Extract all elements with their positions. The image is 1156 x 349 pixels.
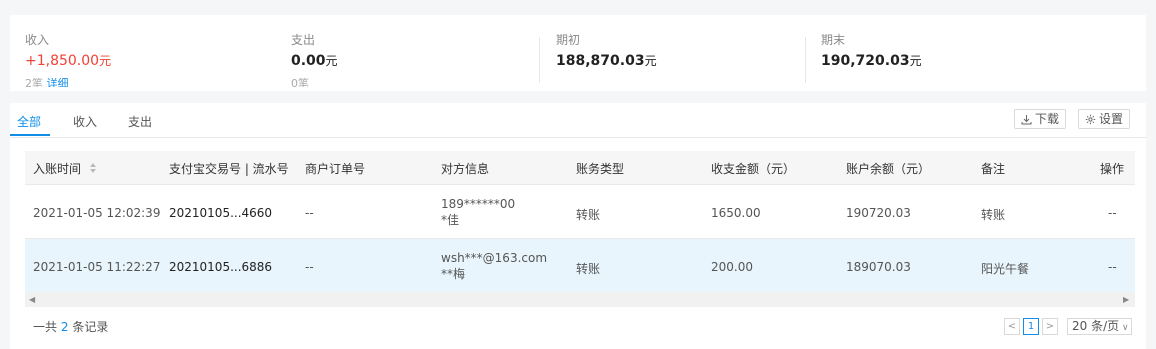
opening-label: 期初 — [556, 33, 581, 47]
col-order-no: 商户订单号 — [305, 162, 366, 176]
opening-unit: 元 — [644, 54, 657, 68]
tab-expense[interactable]: 支出 — [128, 113, 152, 130]
expense-amount: 0.00 — [291, 53, 326, 69]
cell-order-no: -- — [305, 206, 314, 220]
col-balance: 账户余额（元） — [846, 162, 931, 176]
gear-icon — [1085, 114, 1096, 125]
chevron-left-icon: < — [1007, 321, 1017, 332]
col-party: 对方信息 — [441, 162, 490, 176]
cell-note: 转账 — [981, 208, 1006, 222]
income-amount: +1,850.00 — [25, 53, 100, 69]
divider — [805, 37, 806, 83]
settings-button[interactable]: 设置 — [1078, 109, 1131, 129]
total-count: 2 — [60, 320, 69, 334]
income-value: +1,850.00元 — [25, 52, 111, 69]
opening-value: 188,870.03元 — [556, 52, 657, 69]
tab-bar: 全部 收入 支出 下载 设置 — [10, 103, 1146, 138]
transactions-panel: 全部 收入 支出 下载 设置 入账时间 支付宝交易号 | 流水号 商户订单号 对… — [10, 103, 1146, 349]
scroll-left-icon[interactable]: ◀ — [29, 295, 35, 304]
scrollbar-track[interactable] — [40, 295, 1120, 304]
cell-trade-no[interactable]: 20210105...4660 — [169, 206, 272, 220]
table-row[interactable]: 2021-01-05 11:22:27 20210105...6886 -- w… — [25, 239, 1135, 293]
party-account: wsh***@163.com — [441, 251, 548, 265]
cell-time: 2021-01-05 12:02:39 — [33, 206, 161, 220]
scroll-right-icon[interactable]: ▶ — [1123, 295, 1129, 304]
tab-active-indicator — [10, 134, 50, 136]
divider — [539, 37, 540, 83]
col-trade-no: 支付宝交易号 | 流水号 — [169, 162, 289, 176]
cell-balance: 190720.03 — [846, 206, 911, 220]
expense-label: 支出 — [291, 33, 316, 47]
expense-sub: 0笔 — [291, 78, 309, 87]
expense-count: 0笔 — [291, 78, 309, 87]
cell-party: 189******00 *佳 — [441, 196, 515, 228]
col-action: 操作 — [1100, 162, 1125, 176]
income-count: 2笔 — [25, 78, 43, 87]
tab-income[interactable]: 收入 — [73, 113, 97, 130]
col-amount: 收支金额（元） — [711, 162, 796, 176]
download-icon — [1021, 115, 1032, 125]
closing-value: 190,720.03元 — [821, 52, 922, 69]
cell-action: -- — [1108, 260, 1117, 274]
income-label: 收入 — [25, 33, 50, 47]
settings-label: 设置 — [1099, 112, 1124, 126]
cell-trade-no[interactable]: 20210105...6886 — [169, 260, 272, 274]
cell-type: 转账 — [576, 208, 601, 222]
page-size-select[interactable]: 20 条/页 ∨ — [1067, 318, 1132, 335]
col-note: 备注 — [981, 162, 1006, 176]
cell-amount: 200.00 — [711, 260, 753, 274]
cell-type: 转账 — [576, 262, 601, 276]
page-size-label: 20 条/页 — [1072, 319, 1120, 333]
cell-note: 阳光午餐 — [981, 262, 1030, 276]
chevron-right-icon: > — [1045, 321, 1055, 332]
total-prefix: 一共 — [33, 320, 58, 334]
download-label: 下载 — [1035, 112, 1060, 126]
next-page-button[interactable]: > — [1042, 318, 1058, 335]
cell-balance: 189070.03 — [846, 260, 911, 274]
income-unit: 元 — [99, 54, 112, 68]
total-records: 一共 2 条记录 — [33, 318, 108, 335]
income-sub: 2笔 详细 — [25, 78, 69, 87]
download-button[interactable]: 下载 — [1014, 109, 1067, 129]
cell-action: -- — [1108, 206, 1117, 220]
chevron-down-icon: ∨ — [1119, 323, 1129, 333]
col-time[interactable]: 入账时间 — [33, 160, 97, 177]
col-time-label: 入账时间 — [33, 162, 82, 176]
summary-card: 收入 +1,850.00元 2笔 详细 支出 0.00元 0笔 期初 188,8… — [10, 15, 1146, 91]
party-account: 189******00 — [441, 197, 516, 211]
closing-unit: 元 — [909, 54, 922, 68]
page-1-button[interactable]: 1 — [1023, 318, 1039, 335]
opening-amount: 188,870.03 — [556, 53, 645, 69]
cell-time: 2021-01-05 11:22:27 — [33, 260, 161, 274]
col-type: 账务类型 — [576, 162, 625, 176]
table-header: 入账时间 支付宝交易号 | 流水号 商户订单号 对方信息 账务类型 收支金额（元… — [25, 151, 1135, 185]
sort-icon[interactable] — [89, 162, 97, 177]
tab-all[interactable]: 全部 — [17, 113, 41, 130]
closing-label: 期末 — [821, 33, 846, 47]
party-name: *佳 — [441, 213, 460, 227]
table-row[interactable]: 2021-01-05 12:02:39 20210105...4660 -- 1… — [25, 185, 1135, 239]
cell-order-no: -- — [305, 260, 314, 274]
expense-unit: 元 — [325, 54, 338, 68]
income-detail-link[interactable]: 详细 — [47, 78, 69, 87]
party-name: **梅 — [441, 267, 466, 281]
cell-party: wsh***@163.com **梅 — [441, 250, 547, 282]
closing-amount: 190,720.03 — [821, 53, 910, 69]
cell-amount: 1650.00 — [711, 206, 761, 220]
expense-value: 0.00元 — [291, 52, 338, 69]
prev-page-button[interactable]: < — [1004, 318, 1020, 335]
total-suffix: 条记录 — [72, 320, 109, 334]
horizontal-scrollbar[interactable]: ◀ ▶ — [25, 292, 1135, 307]
